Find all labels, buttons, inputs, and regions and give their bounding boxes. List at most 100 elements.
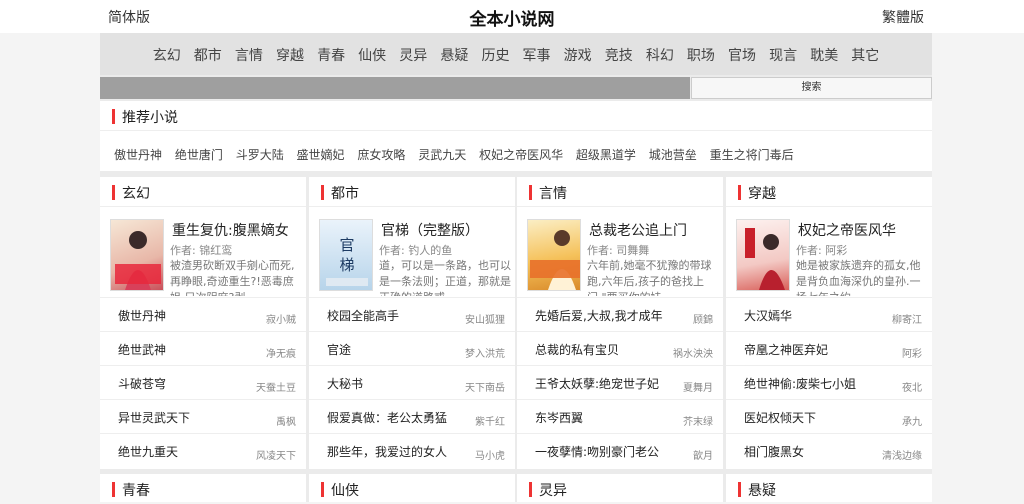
nav-item[interactable]: 历史 [481, 45, 509, 65]
book-name[interactable]: 王爷太妖孽:绝宠世子妃 [535, 375, 659, 392]
recommend-link[interactable]: 城池营垒 [649, 148, 697, 162]
nav-item[interactable]: 青春 [317, 45, 345, 65]
featured-title[interactable]: 官梯（完整版） [381, 220, 479, 240]
list-item[interactable]: 校园全能高手 安山狐狸 [309, 297, 515, 331]
book-name[interactable]: 假爱真做：老公太勇猛 [327, 409, 447, 426]
nav-item[interactable]: 游戏 [564, 45, 592, 65]
category-card-xuanyi: 悬疑 [726, 474, 932, 502]
featured-title[interactable]: 权妃之帝医风华 [798, 220, 896, 240]
traditional-link[interactable]: 繁體版 [882, 7, 924, 27]
book-name[interactable]: 异世灵武天下 [118, 409, 190, 426]
section-header: 推荐小说 [100, 101, 932, 131]
nav-item[interactable]: 其它 [851, 45, 879, 65]
book-name[interactable]: 斗破苍穹 [118, 375, 166, 392]
recommend-link[interactable]: 重生之将门毒后 [710, 148, 794, 162]
book-author: 天蚕土豆 [256, 383, 296, 394]
featured-author: 作者: 司舞舞 [587, 244, 650, 257]
list-item[interactable]: 绝世武神 净无痕 [100, 331, 306, 365]
book-name[interactable]: 医妃权倾天下 [744, 409, 816, 426]
list-item[interactable]: 东岑西翼 芥末绿 [517, 399, 723, 433]
nav-item[interactable]: 现言 [769, 45, 797, 65]
recommend-link[interactable]: 灵武九天 [418, 148, 466, 162]
recommend-link[interactable]: 权妃之帝医风华 [479, 148, 563, 162]
category-card-chuanyue: 穿越 权妃之帝医风华 作者: 阿彩 她是被家族遗弃的孤女,他是背负血海深仇的皇孙… [726, 177, 932, 469]
list-item[interactable]: 先婚后爱,大叔,我才成年 顾錦 [517, 297, 723, 331]
search-button[interactable]: 搜索 [691, 77, 932, 99]
search-input[interactable] [100, 77, 690, 99]
section-title[interactable]: 灵异 [539, 480, 567, 500]
category-card-xianxia: 仙侠 [309, 474, 515, 502]
featured-book: 总裁老公追上门 作者: 司舞舞 六年前,她毫不犹豫的带球跑,六年后,孩子的爸找上… [517, 209, 723, 297]
nav-item[interactable]: 仙侠 [358, 45, 386, 65]
book-name[interactable]: 绝世九重天 [118, 443, 178, 460]
section-title[interactable]: 青春 [122, 480, 150, 500]
book-name[interactable]: 东岑西翼 [535, 409, 583, 426]
recommend-links: 傲世丹神 绝世唐门 斗罗大陆 盛世嫡妃 庶女攻略 灵武九天 权妃之帝医风华 超级… [114, 146, 803, 163]
book-name[interactable]: 帝凰之神医弃妃 [744, 341, 828, 358]
featured-title[interactable]: 总裁老公追上门 [589, 220, 687, 240]
nav-item[interactable]: 言情 [235, 45, 263, 65]
nav-item[interactable]: 竞技 [605, 45, 633, 65]
category-card-yanqing: 言情 总裁老公追上门 作者: 司舞舞 六年前,她毫不犹豫的带球跑,六年后,孩子的… [517, 177, 723, 469]
recommend-link[interactable]: 庶女攻略 [357, 148, 405, 162]
recommend-link[interactable]: 盛世嫡妃 [297, 148, 345, 162]
book-cover[interactable] [110, 219, 164, 291]
list-item[interactable]: 斗破苍穹 天蚕土豆 [100, 365, 306, 399]
book-name[interactable]: 大秘书 [327, 375, 363, 392]
nav-item[interactable]: 军事 [523, 45, 551, 65]
featured-title[interactable]: 重生复仇:腹黑嫡女 [172, 220, 289, 240]
list-item[interactable]: 绝世神偷:废柴七小姐 夜北 [726, 365, 932, 399]
book-name[interactable]: 大汉嫣华 [744, 307, 792, 324]
section-title[interactable]: 穿越 [748, 183, 776, 203]
book-author: 顾錦 [693, 315, 713, 326]
section-marker [321, 482, 324, 497]
list-item[interactable]: 官途 梦入洪荒 [309, 331, 515, 365]
book-name[interactable]: 绝世武神 [118, 341, 166, 358]
book-cover[interactable]: 官 梯 [319, 219, 373, 291]
recommend-link[interactable]: 傲世丹神 [114, 148, 162, 162]
list-item[interactable]: 异世灵武天下 禹枫 [100, 399, 306, 433]
list-item[interactable]: 一夜孽情:吻别豪门老公 歆月 [517, 433, 723, 467]
book-name[interactable]: 官途 [327, 341, 351, 358]
site-title[interactable]: 全本小说网 [0, 5, 1024, 30]
nav-item[interactable]: 都市 [194, 45, 222, 65]
section-title[interactable]: 仙侠 [331, 480, 359, 500]
book-cover[interactable] [527, 219, 581, 291]
nav-item[interactable]: 悬疑 [440, 45, 468, 65]
list-item[interactable]: 医妃权倾天下 承九 [726, 399, 932, 433]
list-item[interactable]: 那些年，我爱过的女人 马小虎 [309, 433, 515, 467]
section-header: 都市 [309, 177, 515, 207]
recommend-link[interactable]: 斗罗大陆 [236, 148, 284, 162]
list-item[interactable]: 假爱真做：老公太勇猛 紫千红 [309, 399, 515, 433]
list-item[interactable]: 总裁的私有宝贝 祸水泱泱 [517, 331, 723, 365]
list-item[interactable]: 大秘书 天下南岳 [309, 365, 515, 399]
book-name[interactable]: 先婚后爱,大叔,我才成年 [535, 307, 663, 324]
nav-item[interactable]: 科幻 [646, 45, 674, 65]
list-item[interactable]: 王爷太妖孽:绝宠世子妃 夏舞月 [517, 365, 723, 399]
section-title[interactable]: 都市 [331, 183, 359, 203]
book-cover[interactable] [736, 219, 790, 291]
nav-item[interactable]: 穿越 [276, 45, 304, 65]
nav-item[interactable]: 玄幻 [153, 45, 181, 65]
list-item[interactable]: 傲世丹神 寂小贼 [100, 297, 306, 331]
section-title[interactable]: 言情 [539, 183, 567, 203]
book-name[interactable]: 总裁的私有宝贝 [535, 341, 619, 358]
book-name[interactable]: 校园全能高手 [327, 307, 399, 324]
list-item[interactable]: 帝凰之神医弃妃 阿彩 [726, 331, 932, 365]
book-name[interactable]: 一夜孽情:吻别豪门老公 [535, 443, 659, 460]
recommend-link[interactable]: 超级黑道学 [576, 148, 636, 162]
nav-item[interactable]: 职场 [687, 45, 715, 65]
book-name[interactable]: 傲世丹神 [118, 307, 166, 324]
nav-item[interactable]: 耽美 [810, 45, 838, 65]
book-name[interactable]: 相门腹黑女 [744, 443, 804, 460]
list-item[interactable]: 相门腹黑女 清浅边缘 [726, 433, 932, 467]
list-item[interactable]: 绝世九重天 风凌天下 [100, 433, 306, 467]
nav-item[interactable]: 官场 [728, 45, 756, 65]
book-name[interactable]: 绝世神偷:废柴七小姐 [744, 375, 856, 392]
section-title[interactable]: 玄幻 [122, 183, 150, 203]
section-title[interactable]: 悬疑 [748, 480, 776, 500]
list-item[interactable]: 大汉嫣华 柳寄江 [726, 297, 932, 331]
nav-item[interactable]: 灵异 [399, 45, 427, 65]
recommend-link[interactable]: 绝世唐门 [175, 148, 223, 162]
book-name[interactable]: 那些年，我爱过的女人 [327, 443, 447, 460]
